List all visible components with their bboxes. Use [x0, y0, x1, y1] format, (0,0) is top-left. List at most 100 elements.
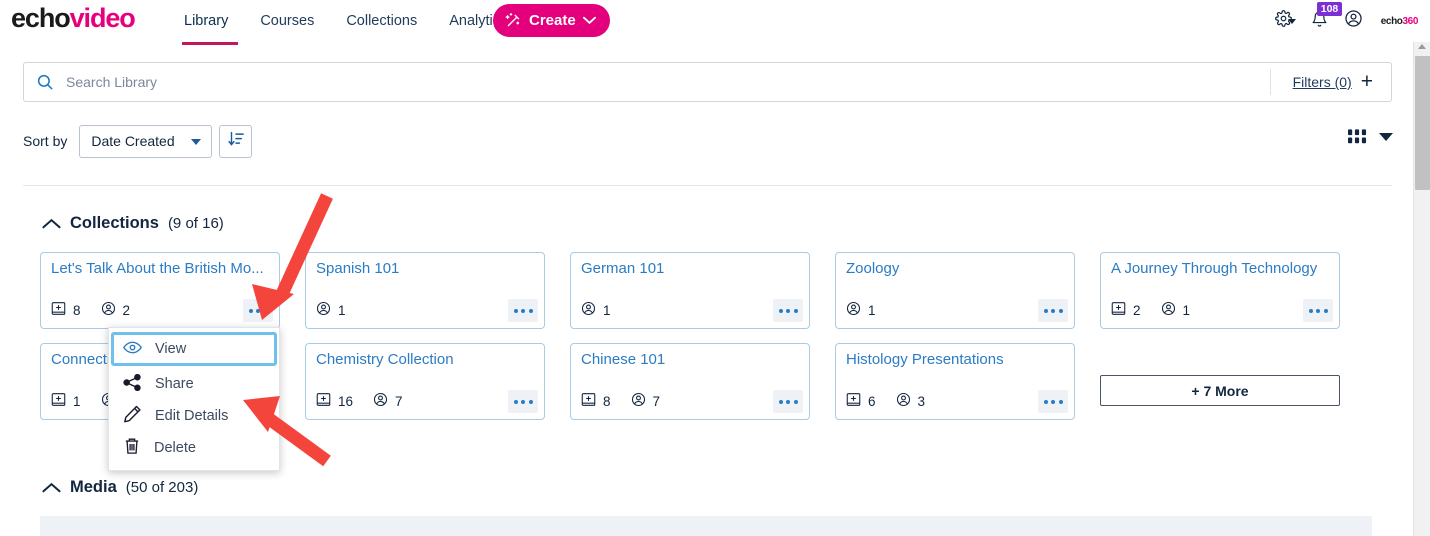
media-book-icon [316, 392, 331, 410]
settings-menu-button[interactable] [1269, 6, 1303, 36]
collection-options-button[interactable] [773, 299, 803, 322]
user-count: 1 [846, 301, 876, 319]
collection-options-button[interactable] [508, 390, 538, 413]
trash-icon [123, 437, 141, 459]
collection-card[interactable]: Chemistry Collection 16 7 [305, 343, 545, 420]
context-menu-item-edit-details[interactable]: Edit Details [109, 400, 279, 432]
user-count: 7 [631, 392, 660, 410]
collection-options-button[interactable] [1038, 299, 1068, 322]
collection-context-menu: View Share Edit Details Delete [108, 327, 280, 471]
user-count-value: 3 [917, 393, 926, 409]
media-book-icon [51, 301, 66, 319]
corner-logo-accent: 360 [1402, 15, 1419, 27]
collections-title: Collections [70, 214, 159, 232]
toolbar-divider [23, 185, 1392, 186]
sort-by-label: Sort by [23, 133, 68, 149]
media-count: 6 [846, 392, 876, 410]
magic-wand-icon [505, 12, 522, 29]
user-circle-icon [316, 301, 331, 319]
collection-options-button[interactable] [1038, 390, 1068, 413]
scroll-up-arrow-icon[interactable] [1418, 44, 1426, 49]
context-menu-item-delete[interactable]: Delete [109, 432, 279, 464]
eye-icon [123, 340, 142, 359]
chevron-down-icon [582, 16, 596, 25]
corner-logo-main: echo [1380, 15, 1403, 27]
sort-direction-button[interactable] [219, 124, 253, 158]
user-count: 3 [896, 392, 926, 410]
nav-item-courses[interactable]: Courses [244, 10, 330, 32]
view-options[interactable] [1348, 129, 1393, 144]
collection-card[interactable]: Let's Talk About the British Mo... 8 2 [40, 252, 280, 329]
collection-options-button[interactable] [243, 299, 273, 322]
echovideo-logo[interactable]: echovideo [11, 4, 136, 32]
sort-by-select[interactable]: Date Created [79, 124, 213, 158]
media-count-value: 6 [868, 393, 876, 409]
search-input[interactable] [64, 64, 1270, 100]
notifications-button[interactable]: 108 [1303, 2, 1343, 36]
collection-meta: 8 7 [581, 392, 660, 410]
user-count: 1 [1161, 301, 1190, 319]
collection-card[interactable]: Chinese 101 8 7 [570, 343, 810, 420]
context-menu-item-share[interactable]: Share [109, 368, 279, 400]
chevron-up-icon[interactable] [42, 482, 61, 493]
media-count: (50 of 203) [125, 479, 199, 496]
user-count-value: 1 [868, 302, 876, 318]
media-count-value: 2 [1133, 302, 1141, 318]
nav-links: Library Courses Collections Analytics [178, 10, 523, 45]
sort-by-value: Date Created [91, 133, 175, 149]
nav-item-library[interactable]: Library [178, 10, 244, 45]
media-count: 8 [51, 301, 81, 319]
filters-label: Filters (0) [1292, 74, 1352, 90]
show-more-collections-button[interactable]: + 7 More [1100, 375, 1340, 406]
media-count-value: 8 [603, 393, 611, 409]
user-count-value: 7 [395, 393, 403, 409]
collection-title: Histology Presentations [846, 351, 1004, 368]
context-menu-item-view[interactable]: View [111, 332, 277, 366]
grid-view-icon[interactable] [1348, 129, 1367, 144]
user-circle-icon [373, 392, 388, 410]
chevron-down-icon[interactable] [1379, 132, 1393, 141]
collection-title: Zoology [846, 260, 900, 277]
user-circle-icon [581, 301, 596, 319]
collection-card[interactable]: Zoology 1 [835, 252, 1075, 329]
context-menu-label: Share [155, 376, 194, 392]
user-count: 1 [316, 301, 346, 319]
user-count-value: 2 [122, 302, 131, 318]
media-count: 2 [1111, 301, 1141, 319]
collection-card[interactable]: German 101 1 [570, 252, 810, 329]
share-icon [123, 373, 142, 395]
collection-title: Chinese 101 [581, 351, 666, 368]
collection-meta: 1 [316, 301, 346, 319]
collection-card[interactable]: A Journey Through Technology 2 1 [1100, 252, 1340, 329]
media-book-icon [1111, 301, 1126, 319]
nav-item-collections[interactable]: Collections [330, 10, 433, 32]
collection-options-button[interactable] [508, 299, 538, 322]
collections-section-header[interactable]: Collections (9 of 16) [42, 214, 224, 233]
collections-count: (9 of 16) [167, 215, 224, 232]
chevron-up-icon[interactable] [42, 218, 61, 229]
collection-options-button[interactable] [1303, 299, 1333, 322]
filters-button[interactable]: Filters (0) + [1271, 63, 1391, 101]
user-count: 1 [581, 301, 611, 319]
collection-card[interactable]: Histology Presentations 6 3 [835, 343, 1075, 420]
collection-card[interactable]: Spanish 101 1 [305, 252, 545, 329]
account-button[interactable] [1337, 6, 1371, 36]
scrollbar-thumb[interactable] [1415, 56, 1430, 190]
collection-options-button[interactable] [773, 390, 803, 413]
media-count-value: 1 [73, 393, 81, 409]
search-bar: Filters (0) + [23, 62, 1392, 102]
user-circle-icon [1161, 301, 1176, 319]
vertical-scrollbar[interactable] [1413, 42, 1430, 536]
create-button[interactable]: Create [493, 4, 610, 37]
collection-title: A Journey Through Technology [1111, 260, 1318, 277]
pencil-icon [123, 405, 142, 427]
collection-meta: 6 3 [846, 392, 925, 410]
context-menu-label: Delete [154, 440, 196, 456]
top-right-actions: 108 echo360 [1269, 2, 1422, 36]
context-menu-label: Edit Details [155, 408, 229, 424]
collection-title: Chemistry Collection [316, 351, 454, 368]
context-menu-label: View [155, 341, 187, 357]
media-book-icon [846, 392, 861, 410]
media-section-header[interactable]: Media (50 of 203) [42, 478, 198, 497]
collection-title: German 101 [581, 260, 665, 277]
